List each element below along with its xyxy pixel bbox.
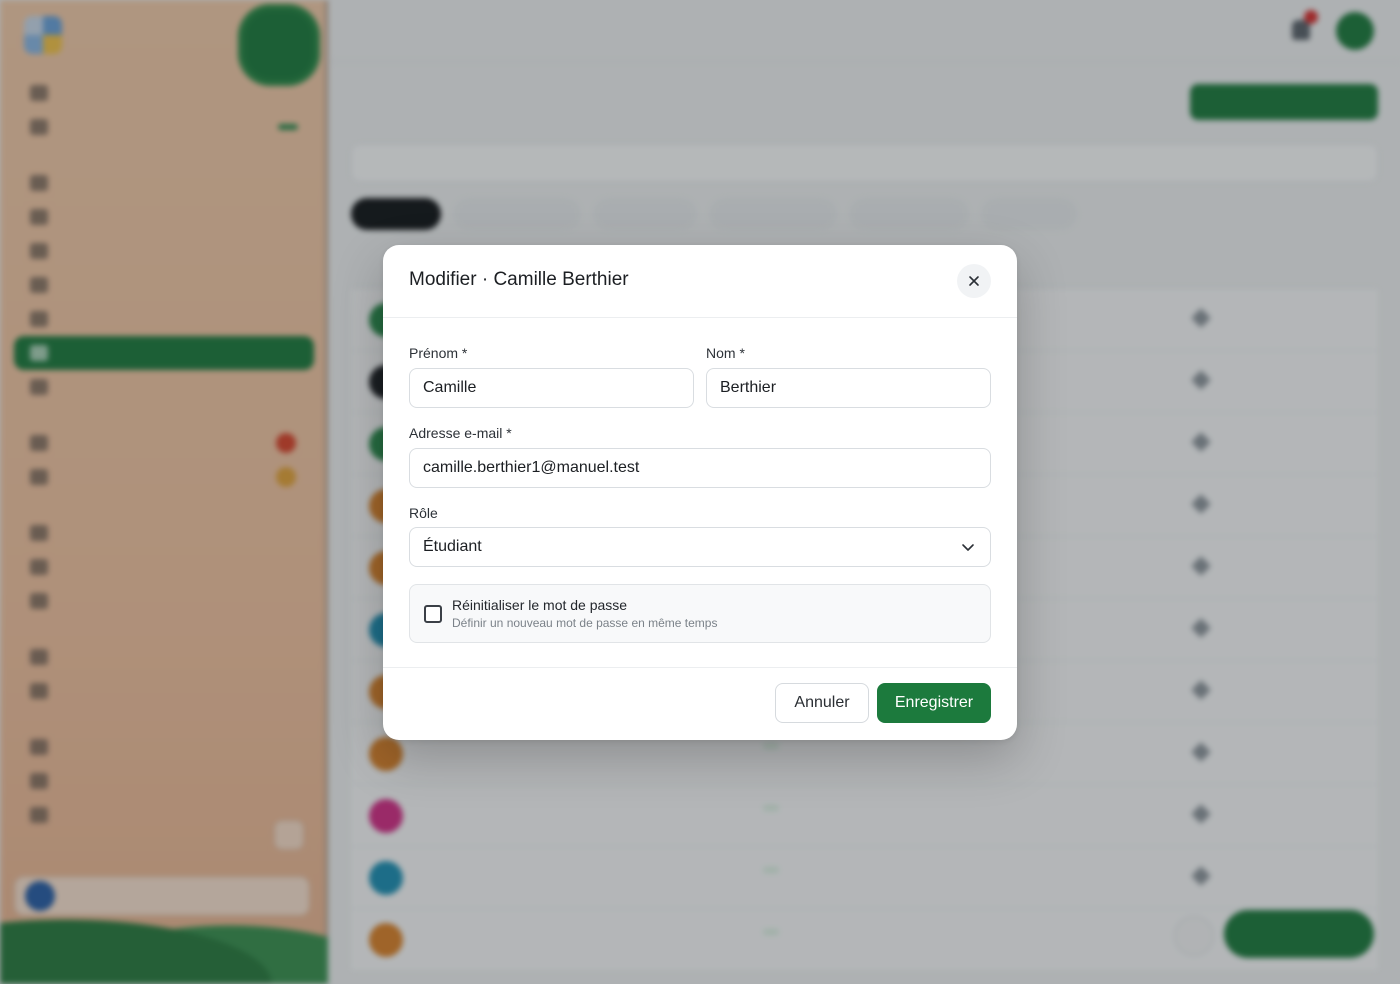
- first-name-field[interactable]: [409, 368, 694, 408]
- cancel-button[interactable]: Annuler: [775, 683, 869, 723]
- chevron-down-icon: [962, 544, 974, 551]
- reset-password-checkbox[interactable]: [424, 605, 442, 623]
- last-name-label: Nom *: [706, 345, 745, 361]
- first-name-label: Prénom *: [409, 345, 468, 361]
- close-icon: [969, 276, 979, 286]
- role-label: Rôle: [409, 505, 438, 521]
- role-select-value: Étudiant: [423, 538, 482, 555]
- modal-header: Modifier · Camille Berthier: [383, 245, 1017, 318]
- modal-footer: Annuler Enregistrer: [383, 668, 1017, 740]
- modal-title: Modifier · Camille Berthier: [409, 269, 629, 290]
- reset-password-title: Réinitialiser le mot de passe: [452, 597, 628, 613]
- email-label: Adresse e-mail *: [409, 425, 512, 441]
- save-button[interactable]: Enregistrer: [877, 683, 991, 723]
- reset-password-option[interactable]: Réinitialiser le mot de passe Définir un…: [409, 584, 991, 643]
- email-field[interactable]: [409, 448, 991, 488]
- close-button[interactable]: [957, 264, 991, 298]
- edit-user-modal: Modifier · Camille Berthier Prénom * Nom…: [383, 245, 1017, 740]
- role-select[interactable]: Étudiant: [409, 527, 991, 567]
- last-name-field[interactable]: [706, 368, 991, 408]
- reset-password-subtitle: Définir un nouveau mot de passe en même …: [452, 616, 718, 630]
- modal-body: Prénom * Nom * Adresse e-mail * Rôle Étu…: [383, 318, 1017, 668]
